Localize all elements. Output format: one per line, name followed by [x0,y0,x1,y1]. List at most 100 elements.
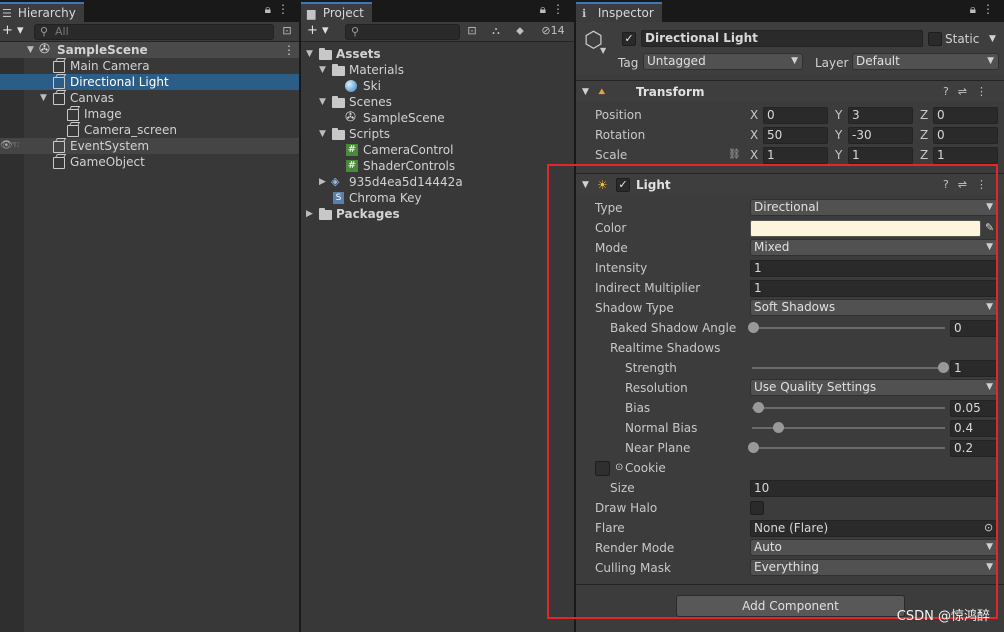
project-item-samplescene[interactable]: ✇ SampleScene [301,110,574,126]
light-header[interactable]: ▼ ☀ ✓ Light ?⇌⋮ [576,173,1004,195]
search-options-icon[interactable]: ⊡ [278,24,296,40]
axis-z-label[interactable]: Z [920,105,928,125]
baked-angle-slider-knob[interactable] [748,322,759,333]
axis-x-label[interactable]: X [750,105,758,125]
scene-more-icon[interactable]: ⋮ [283,42,295,58]
shadow-type-dropdown[interactable]: Soft Shadows ▼ [750,299,998,316]
hierarchy-item-directional-light[interactable]: Directional Light [0,74,299,90]
axis-z-label[interactable]: Z [920,145,928,165]
more-icon[interactable]: ⋮ [982,2,1000,16]
intensity-field[interactable]: 1 [750,260,998,277]
scene-row[interactable]: ▼ ✇ SampleScene ⋮ [0,42,299,58]
indirect-multiplier-field[interactable]: 1 [750,280,998,297]
position-z-field[interactable]: 0 [933,107,998,124]
filter-by-label-icon[interactable]: ⬥ [511,24,529,40]
strength-slider-knob[interactable] [938,362,949,373]
presets-icon[interactable]: ⇌ [958,178,976,191]
gameobject-icon-dropdown[interactable]: ▼ [600,46,606,55]
chevron-down-icon[interactable]: ▼ [306,46,313,62]
project-item-materials[interactable]: ▼ Materials [301,62,574,78]
color-swatch[interactable] [750,220,981,237]
rotation-x-field[interactable]: 50 [763,127,828,144]
hidden-packages-toggle[interactable]: ⊘14 [535,24,571,40]
normal-bias-slider-knob[interactable] [772,422,784,433]
filter-by-type-icon[interactable]: ⛬ [487,24,505,40]
object-picker-icon[interactable]: ⊙ [984,518,993,538]
object-picker-icon[interactable]: ⊙ [615,458,623,478]
bias-field[interactable]: 0.05 [950,400,998,417]
strength-field[interactable]: 1 [950,360,998,377]
add-component-button[interactable]: Add Component [676,595,905,617]
project-item-ski[interactable]: Ski [301,78,574,94]
object-name-field[interactable]: Directional Light [641,30,923,47]
transform-header[interactable]: ▼ ⯅ Transform ?⇌⋮ [576,80,1004,102]
project-item-assets[interactable]: ▼ Assets [301,46,574,62]
light-enabled-checkbox[interactable]: ✓ [616,178,630,192]
pick-hand-icon[interactable]: ☜ [11,138,20,154]
search-by-type-icon[interactable]: ⊡ [463,24,481,40]
chevron-down-icon[interactable]: ▼ [582,174,589,196]
axis-x-label[interactable]: X [750,125,758,145]
create-button[interactable]: + ▾ [2,23,24,38]
bias-slider-track[interactable] [752,407,945,409]
baked-angle-field[interactable]: 0 [950,320,998,337]
lock-icon[interactable]: 🔒︎ [540,2,552,16]
chevron-down-icon[interactable]: ▼ [319,94,326,110]
chevron-down-icon[interactable]: ▼ [319,62,326,78]
chevron-down-icon[interactable]: ▼ [27,42,34,58]
tag-dropdown[interactable]: Untagged ▼ [643,53,803,70]
project-item-packages[interactable]: ▶ Packages [301,206,574,222]
project-search-input[interactable]: ⚲ [345,24,460,40]
near-plane-slider-knob[interactable] [748,442,759,453]
tab-hierarchy[interactable]: ☰ Hierarchy [0,2,84,22]
lock-icon[interactable]: 🔒︎ [970,2,982,16]
layer-dropdown[interactable]: Default ▼ [852,53,999,70]
cookie-texture-slot[interactable] [595,461,610,476]
project-item-shadercontrols[interactable]: # ShaderControls [301,158,574,174]
chevron-down-icon[interactable]: ▼ [40,90,47,106]
chevron-right-icon[interactable]: ▶ [306,206,313,222]
tab-inspector[interactable]: ℹ Inspector [576,2,662,22]
hierarchy-item-camera-screen[interactable]: Camera_screen [0,122,299,138]
axis-z-label[interactable]: Z [920,125,928,145]
presets-icon[interactable]: ⇌ [958,85,976,98]
rotation-y-field[interactable]: -30 [848,127,913,144]
baked-angle-slider-track[interactable] [752,327,945,329]
tab-project[interactable]: ▆ Project [301,2,372,22]
axis-y-label[interactable]: Y [835,125,842,145]
normal-bias-field[interactable]: 0.4 [950,420,998,437]
hierarchy-item-gameobject[interactable]: GameObject [0,154,299,170]
mode-dropdown[interactable]: Mixed ▼ [750,239,998,256]
strength-slider-track[interactable] [752,367,945,369]
resolution-dropdown[interactable]: Use Quality Settings ▼ [750,379,998,396]
project-item-cameracontrol[interactable]: # CameraControl [301,142,574,158]
create-asset-button[interactable]: + ▾ [307,23,329,38]
flare-field[interactable]: None (Flare) [750,520,998,537]
position-x-field[interactable]: 0 [763,107,828,124]
help-icon[interactable]: ? [943,178,958,191]
more-icon[interactable]: ⋮ [976,85,996,98]
project-item-scripts[interactable]: ▼ Scripts [301,126,574,142]
constrain-link-icon[interactable]: ⛓ [728,145,741,165]
chevron-right-icon[interactable]: ▶ [319,174,326,190]
scale-x-field[interactable]: 1 [763,147,828,164]
chevron-down-icon[interactable]: ▼ [319,126,326,142]
project-item-chroma-key[interactable]: S Chroma Key [301,190,574,206]
culling-mask-dropdown[interactable]: Everything ▼ [750,559,998,576]
size-field[interactable]: 10 [750,480,998,497]
hierarchy-item-image[interactable]: Image [0,106,299,122]
more-icon[interactable]: ⋮ [277,2,295,16]
axis-y-label[interactable]: Y [835,105,842,125]
project-item-hash-folder[interactable]: ▶ ◈ 935d4ea5d14442a [301,174,574,190]
lock-icon[interactable]: 🔒︎ [265,2,277,16]
axis-x-label[interactable]: X [750,145,758,165]
axis-y-label[interactable]: Y [835,145,842,165]
bias-slider-knob[interactable] [752,402,764,413]
near-plane-field[interactable]: 0.2 [950,440,998,457]
position-y-field[interactable]: 3 [848,107,913,124]
help-icon[interactable]: ? [943,85,958,98]
hierarchy-item-eventsystem[interactable]: 👁︎ ☜ EventSystem [0,138,299,154]
draw-halo-checkbox[interactable] [750,501,764,515]
eyedropper-icon[interactable]: ✎ [985,218,994,238]
active-checkbox[interactable]: ✓ [622,32,636,46]
